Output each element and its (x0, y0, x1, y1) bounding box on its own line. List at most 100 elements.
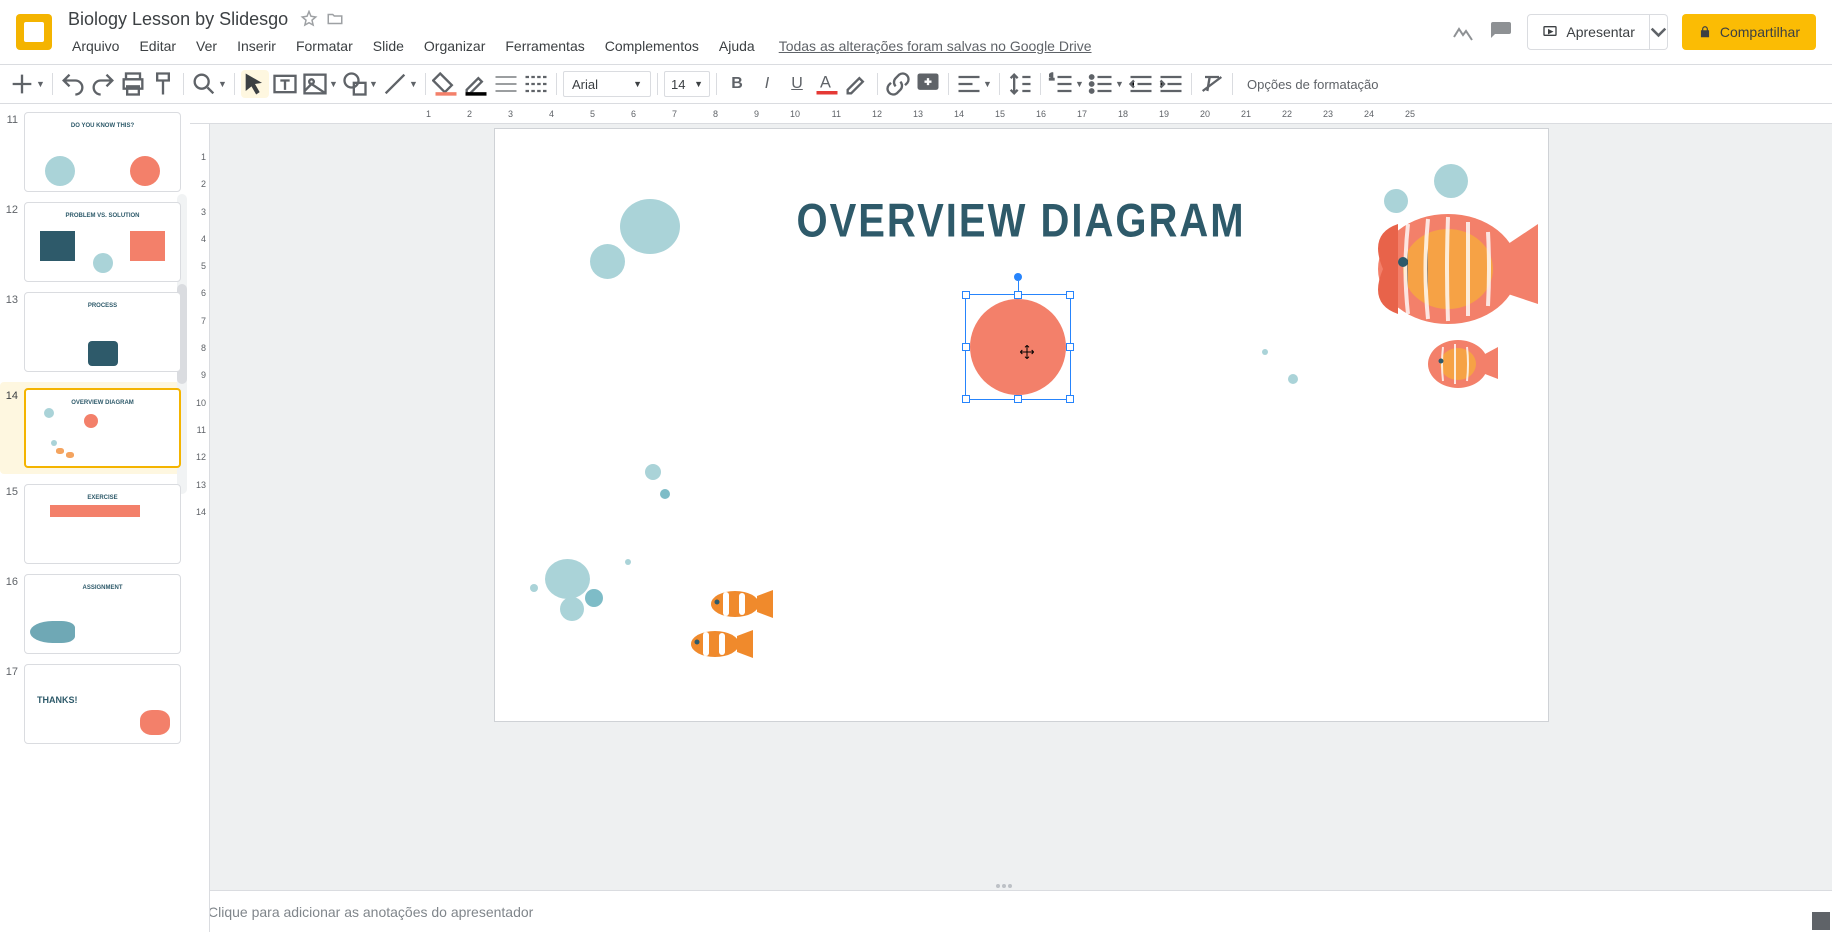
border-dash-button[interactable] (522, 70, 550, 98)
ruler-tick: 23 (1292, 104, 1333, 119)
saved-status-link[interactable]: Todas as alterações foram salvas no Goog… (779, 38, 1092, 54)
menu-formatar[interactable]: Formatar (288, 34, 361, 58)
resize-handle-ne[interactable] (1066, 291, 1074, 299)
line-spacing-button[interactable] (1006, 70, 1034, 98)
resize-handle-w[interactable] (962, 343, 970, 351)
clear-format-button[interactable] (1198, 70, 1226, 98)
menu-slide[interactable]: Slide (365, 34, 412, 58)
move-folder-icon[interactable] (326, 10, 344, 28)
thumb-row[interactable]: 15 EXERCISE (4, 484, 181, 564)
rotation-handle[interactable] (1014, 273, 1022, 281)
print-button[interactable] (119, 70, 147, 98)
menu-inserir[interactable]: Inserir (229, 34, 284, 58)
indent-decrease-button[interactable] (1127, 70, 1155, 98)
filmstrip[interactable]: 11 DO YOU KNOW THIS? 12 PROBLEM VS. SOLU… (0, 104, 190, 932)
thumb-row[interactable]: 11 DO YOU KNOW THIS? (4, 112, 181, 192)
numbered-list-button[interactable]: 1 (1047, 70, 1075, 98)
notes-resize-bar[interactable] (190, 882, 1832, 890)
document-title[interactable]: Biology Lesson by Slidesgo (64, 7, 292, 32)
menu-organizar[interactable]: Organizar (416, 34, 493, 58)
thumb-row[interactable]: 14 OVERVIEW DIAGRAM (0, 382, 185, 474)
menu-complementos[interactable]: Complementos (597, 34, 707, 58)
ruler-tick: 18 (1087, 104, 1128, 119)
present-dropdown-arrow[interactable] (1650, 14, 1668, 50)
bubble-decoration (530, 584, 538, 592)
format-options-button[interactable]: Opções de formatação (1247, 77, 1379, 92)
menu-ajuda[interactable]: Ajuda (711, 34, 763, 58)
resize-handle-n[interactable] (1014, 291, 1022, 299)
new-slide-button[interactable] (8, 70, 36, 98)
new-slide-dropdown[interactable]: ▼ (36, 79, 46, 89)
zoom-dropdown[interactable]: ▼ (218, 79, 228, 89)
zoom-button[interactable] (190, 70, 218, 98)
underline-button[interactable]: U (783, 70, 811, 98)
thumb-row[interactable]: 17 THANKS! (4, 664, 181, 744)
align-button[interactable] (955, 70, 983, 98)
thumb-row[interactable]: 12 PROBLEM VS. SOLUTION (4, 202, 181, 282)
shape-tool[interactable] (341, 70, 369, 98)
ruler-tick: 16 (1005, 104, 1046, 119)
menu-editar[interactable]: Editar (131, 34, 184, 58)
share-button[interactable]: Compartilhar (1682, 14, 1816, 50)
bullet-list-dropdown[interactable]: ▼ (1115, 79, 1125, 89)
redo-button[interactable] (89, 70, 117, 98)
slide-title[interactable]: OVERVIEW DIAGRAM (796, 195, 1245, 248)
thumb-row[interactable]: 13 PROCESS (4, 292, 181, 372)
align-dropdown[interactable]: ▼ (983, 79, 993, 89)
slide-thumb-14[interactable]: OVERVIEW DIAGRAM (24, 388, 181, 468)
image-tool[interactable] (301, 70, 329, 98)
textbox-tool[interactable] (271, 70, 299, 98)
thumb-number: 16 (4, 574, 18, 654)
ruler-vertical[interactable]: 1 2 3 4 5 6 7 8 9 10 11 12 13 14 (190, 124, 210, 932)
numbered-list-dropdown[interactable]: ▼ (1075, 79, 1085, 89)
slide-thumb-15[interactable]: EXERCISE (24, 484, 181, 564)
resize-handle-sw[interactable] (962, 395, 970, 403)
highlight-button[interactable] (843, 70, 871, 98)
canvas-scroll[interactable]: OVERVIEW DIAGRAM (210, 124, 1832, 882)
resize-handle-se[interactable] (1066, 395, 1074, 403)
shape-dropdown[interactable]: ▼ (369, 79, 379, 89)
border-color-button[interactable] (462, 70, 490, 98)
slide-thumb-12[interactable]: PROBLEM VS. SOLUTION (24, 202, 181, 282)
present-button[interactable]: Apresentar (1527, 14, 1649, 50)
ruler-horizontal[interactable]: 1 2 3 4 5 6 7 8 9 10 11 12 13 14 15 16 1… (190, 104, 1832, 124)
undo-button[interactable] (59, 70, 87, 98)
menu-arquivo[interactable]: Arquivo (64, 34, 127, 58)
slide-thumb-17[interactable]: THANKS! (24, 664, 181, 744)
add-comment-button[interactable] (914, 70, 942, 98)
line-tool[interactable] (381, 70, 409, 98)
font-family-select[interactable]: Arial ▼ (563, 71, 651, 97)
indent-increase-button[interactable] (1157, 70, 1185, 98)
activity-icon[interactable] (1451, 20, 1475, 44)
menu-ferramentas[interactable]: Ferramentas (497, 34, 592, 58)
explore-button[interactable] (1812, 912, 1830, 930)
paint-format-button[interactable] (149, 70, 177, 98)
slide-canvas[interactable]: OVERVIEW DIAGRAM (494, 128, 1549, 722)
slides-brand-icon[interactable] (16, 14, 52, 50)
resize-handle-nw[interactable] (962, 291, 970, 299)
resize-handle-s[interactable] (1014, 395, 1022, 403)
star-icon[interactable] (300, 10, 318, 28)
slide-thumb-13[interactable]: PROCESS (24, 292, 181, 372)
bold-button[interactable]: B (723, 70, 751, 98)
image-dropdown[interactable]: ▼ (329, 79, 339, 89)
line-dropdown[interactable]: ▼ (409, 79, 419, 89)
resize-handle-e[interactable] (1066, 343, 1074, 351)
select-tool[interactable] (241, 70, 269, 98)
text-color-button[interactable]: A (813, 70, 841, 98)
thumb-number: 12 (4, 202, 18, 282)
thumb-row[interactable]: 16 ASSIGNMENT (4, 574, 181, 654)
link-button[interactable] (884, 70, 912, 98)
speaker-notes[interactable]: Clique para adicionar as anotações do ap… (190, 890, 1832, 932)
slide-thumb-16[interactable]: ASSIGNMENT (24, 574, 181, 654)
lock-icon (1698, 25, 1712, 39)
menu-ver[interactable]: Ver (188, 34, 225, 58)
font-size-select[interactable]: 14 ▼ (664, 71, 710, 97)
comments-icon[interactable] (1489, 20, 1513, 44)
fill-color-button[interactable] (432, 70, 460, 98)
selection-box[interactable] (965, 294, 1071, 400)
bullet-list-button[interactable] (1087, 70, 1115, 98)
italic-button[interactable]: I (753, 70, 781, 98)
border-weight-button[interactable] (492, 70, 520, 98)
slide-thumb-11[interactable]: DO YOU KNOW THIS? (24, 112, 181, 192)
